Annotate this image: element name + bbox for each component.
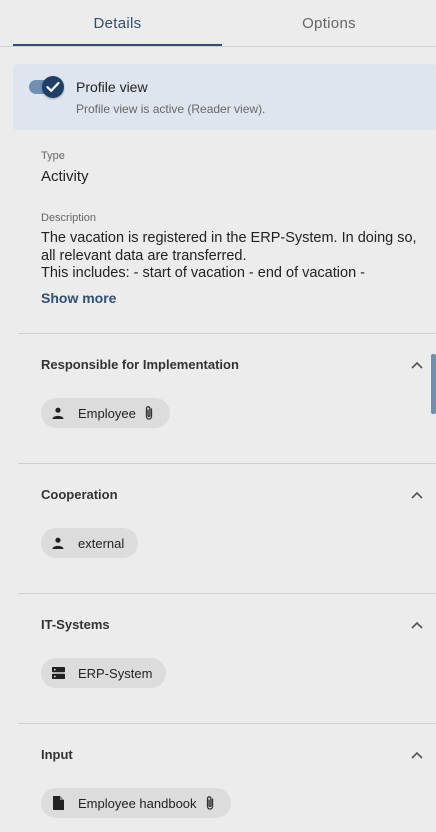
chevron-up-icon[interactable] [411,356,427,369]
show-more-link[interactable]: Show more [41,290,116,306]
tab-bar: Details Options [0,0,436,47]
section-title-input: Input [41,747,73,762]
chip-it-system[interactable]: ERP-System [41,658,167,688]
section-title-responsible: Responsible for Implementation [41,357,239,372]
chip-label: Employee [78,405,136,421]
divider [18,593,436,594]
chip-label: external [78,535,125,551]
chevron-up-icon[interactable] [411,486,427,499]
type-label: Type [41,150,65,162]
chevron-up-icon[interactable] [411,616,427,629]
tab-options[interactable]: Options [222,0,436,46]
section-title-cooperation: Cooperation [41,487,118,502]
tab-details[interactable]: Details [13,0,222,46]
description-text: The vacation is registered in the ERP-Sy… [41,230,431,280]
server-icon [51,666,65,680]
chip-label: Employee handbook [78,795,197,811]
type-value: Activity [41,168,89,185]
person-icon [51,536,65,550]
description-body: The vacation is registered in the ERP-Sy… [41,230,417,280]
scrollbar[interactable] [431,354,436,414]
profile-view-card: Profile view Profile view is active (Rea… [13,64,436,130]
chip-label: ERP-System [78,665,153,681]
chip-cooperation[interactable]: external [41,528,139,558]
chip-input[interactable]: Employee handbook [41,788,231,818]
profile-view-title: Profile view [76,79,148,95]
divider [18,463,436,464]
description-label: Description [41,212,97,224]
check-icon [42,76,64,98]
person-icon [51,406,65,420]
document-icon [51,796,65,810]
paperclip-icon [205,795,217,811]
divider [18,333,436,334]
active-tab-indicator [13,44,222,46]
profile-view-subtitle: Profile view is active (Reader view). [76,102,266,116]
paperclip-icon [144,405,156,421]
section-title-it-systems: IT-Systems [41,617,110,632]
chip-responsible[interactable]: Employee [41,398,170,428]
profile-view-toggle[interactable] [29,76,64,98]
divider [18,723,436,724]
chevron-up-icon[interactable] [411,746,427,759]
